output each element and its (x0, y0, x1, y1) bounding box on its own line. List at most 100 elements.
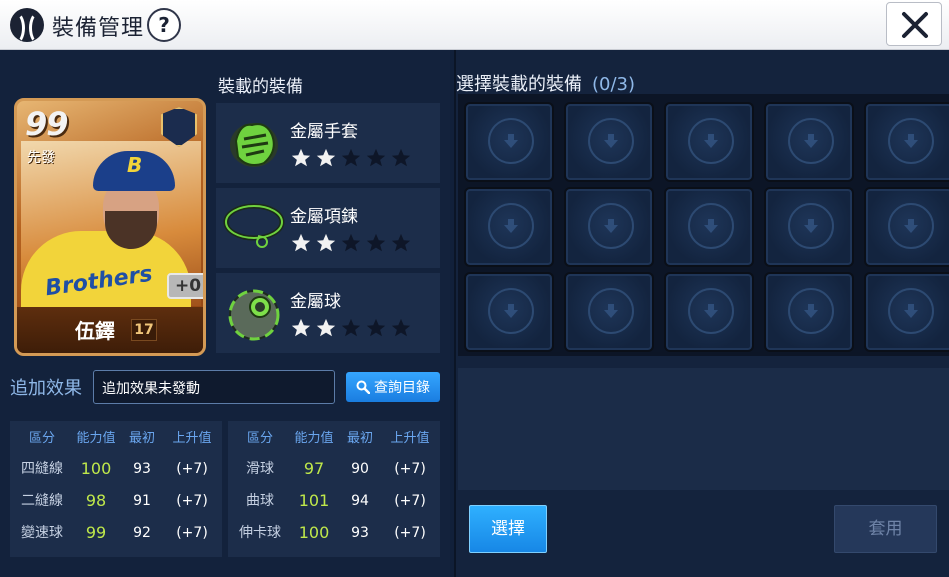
equip-slot-necklace[interactable]: 金屬項鍊 (216, 188, 440, 268)
stat-value: 100 (80, 459, 112, 478)
ball-icon (228, 289, 280, 341)
necklace-icon (223, 203, 285, 248)
star-filled-icon (291, 318, 311, 337)
equipment-detail-area (458, 368, 949, 490)
header-initial: 最初 (128, 431, 155, 446)
header-category: 區分 (28, 431, 55, 446)
close-button[interactable] (886, 2, 942, 46)
equip-name: 金屬項鍊 (290, 207, 358, 227)
star-filled-icon (291, 148, 311, 167)
glove-icon (230, 123, 278, 167)
empty-equipment-slot[interactable] (864, 187, 949, 267)
empty-equipment-slot[interactable] (764, 187, 854, 267)
arrow-down-icon (704, 219, 718, 233)
query-catalog-label: 查詢目錄 (374, 380, 430, 396)
empty-equipment-slot[interactable] (864, 102, 949, 182)
star-empty-icon (391, 148, 411, 167)
right-panel: 選擇裝載的裝備 (0/3) 選擇 套用 (454, 50, 949, 577)
apply-button[interactable]: 套用 (834, 505, 937, 553)
header-value: 能力值 (76, 431, 116, 446)
arrow-down-icon (704, 134, 718, 148)
empty-equipment-slot[interactable] (564, 102, 654, 182)
arrow-down-icon (804, 304, 818, 318)
stat-initial: 91 (133, 493, 151, 509)
stats-header-row: 區分 能力值 最初 上升值 (10, 425, 222, 453)
query-catalog-button[interactable]: 查詢目錄 (346, 372, 440, 402)
close-icon (902, 12, 928, 38)
bonus-effect-field: 追加效果未發動 (93, 370, 335, 404)
left-panel: Brothers B 99 先發 +0 伍鐸 17 裝載的裝備 金屬手套 金屬項… (0, 50, 450, 577)
stat-increase: (+7) (176, 525, 208, 541)
player-card[interactable]: Brothers B 99 先發 +0 伍鐸 17 (14, 98, 206, 356)
stats-row: 滑球 97 90 (+7) (228, 455, 440, 483)
arrow-down-icon (504, 304, 518, 318)
help-button[interactable]: ? (147, 8, 181, 42)
stat-name: 二縫線 (21, 493, 63, 509)
stat-initial: 92 (133, 525, 151, 541)
star-filled-icon (316, 318, 336, 337)
stat-value: 97 (303, 459, 325, 478)
equip-name: 金屬手套 (290, 122, 358, 142)
stat-increase: (+7) (176, 461, 208, 477)
header-initial: 最初 (346, 431, 373, 446)
stat-initial: 90 (351, 461, 369, 477)
star-filled-icon (316, 233, 336, 252)
stat-name: 滑球 (246, 461, 274, 477)
select-button[interactable]: 選擇 (469, 505, 547, 553)
stat-value: 99 (85, 523, 107, 542)
star-filled-icon (316, 148, 336, 167)
stat-increase: (+7) (394, 493, 426, 509)
stats-table-right: 區分 能力值 最初 上升值 滑球 97 90 (+7) 曲球 101 94 (+… (228, 421, 440, 557)
player-rating: 99 (25, 105, 69, 143)
stat-name: 伸卡球 (239, 525, 281, 541)
empty-equipment-slot[interactable] (464, 187, 554, 267)
select-title-text: 選擇裝載的裝備 (456, 74, 582, 95)
stat-value: 101 (298, 491, 330, 510)
arrow-down-icon (604, 219, 618, 233)
star-empty-icon (391, 233, 411, 252)
star-filled-icon (291, 233, 311, 252)
stat-initial: 94 (351, 493, 369, 509)
header-category: 區分 (246, 431, 273, 446)
empty-equipment-slot[interactable] (664, 102, 754, 182)
star-empty-icon (341, 233, 361, 252)
star-empty-icon (366, 148, 386, 167)
stat-increase: (+7) (394, 461, 426, 477)
star-rating (290, 317, 412, 339)
equip-slot-ball[interactable]: 金屬球 (216, 273, 440, 353)
player-role: 先發 (27, 150, 55, 166)
window-title: 裝備管理 (52, 16, 145, 41)
bonus-effect-label: 追加效果 (10, 378, 82, 399)
player-number: 17 (131, 319, 157, 341)
arrow-down-icon (904, 304, 918, 318)
header-increase: 上升值 (172, 431, 212, 446)
star-rating (290, 147, 412, 169)
equip-slot-glove[interactable]: 金屬手套 (216, 103, 440, 183)
empty-equipment-slot[interactable] (464, 272, 554, 352)
star-empty-icon (366, 318, 386, 337)
arrow-down-icon (504, 134, 518, 148)
search-icon (356, 380, 370, 394)
empty-equipment-slot[interactable] (464, 102, 554, 182)
empty-equipment-slot[interactable] (564, 272, 654, 352)
stats-row: 四縫線 100 93 (+7) (10, 455, 222, 483)
header-increase: 上升值 (390, 431, 430, 446)
upgrade-badge: +0 (167, 273, 203, 299)
stats-header-row: 區分 能力值 最初 上升值 (228, 425, 440, 453)
star-rating (290, 232, 412, 254)
empty-equipment-slot[interactable] (764, 272, 854, 352)
player-name: 伍鐸 (75, 319, 115, 343)
stats-row: 伸卡球 100 93 (+7) (228, 519, 440, 547)
empty-equipment-slot[interactable] (564, 187, 654, 267)
arrow-down-icon (604, 134, 618, 148)
empty-equipment-slot[interactable] (664, 272, 754, 352)
empty-equipment-slot[interactable] (764, 102, 854, 182)
arrow-down-icon (804, 219, 818, 233)
empty-equipment-slot[interactable] (664, 187, 754, 267)
empty-equipment-slot[interactable] (864, 272, 949, 352)
arrow-down-icon (704, 304, 718, 318)
star-empty-icon (391, 318, 411, 337)
stat-name: 變速球 (21, 525, 63, 541)
arrow-down-icon (804, 134, 818, 148)
stats-row: 二縫線 98 91 (+7) (10, 487, 222, 515)
